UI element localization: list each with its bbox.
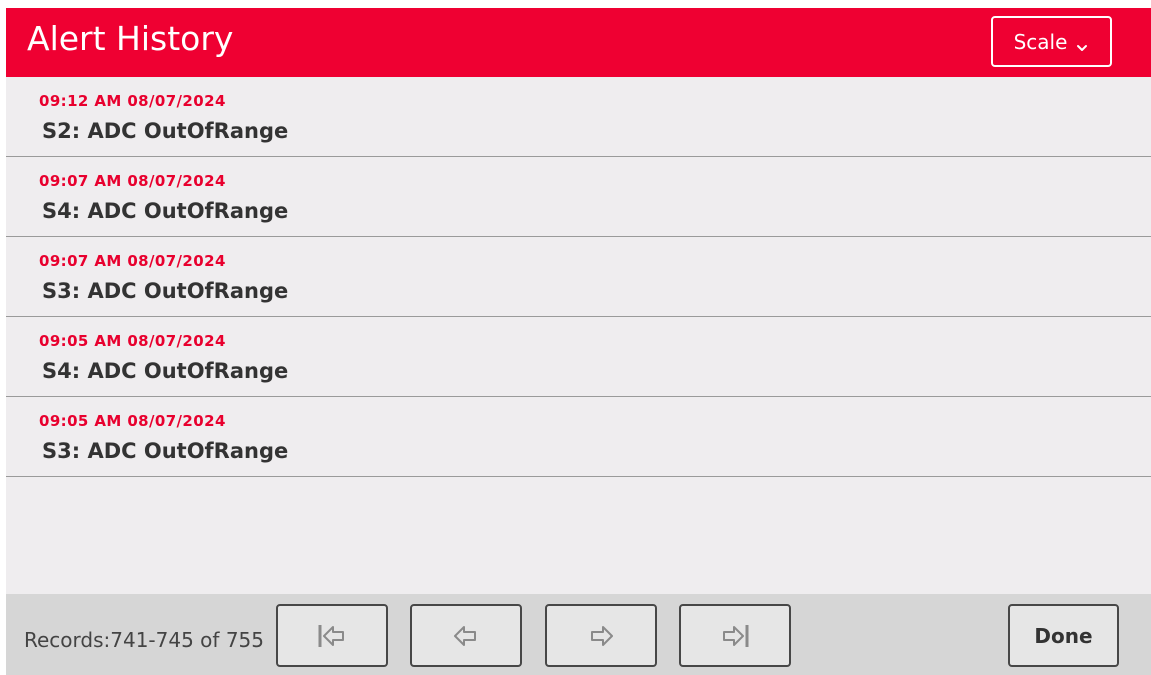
list-item[interactable]: 09:12 AM 08/07/2024 S2: ADC OutOfRange: [6, 77, 1151, 157]
list-item[interactable]: 09:05 AM 08/07/2024 S4: ADC OutOfRange: [6, 317, 1151, 397]
header-bar: Alert History Scale: [6, 8, 1151, 77]
next-page-button[interactable]: [545, 604, 657, 667]
alert-history-screen: Alert History Scale 09:12 AM 08/07/2024 …: [6, 8, 1151, 675]
alert-list: 09:12 AM 08/07/2024 S2: ADC OutOfRange 0…: [6, 77, 1151, 477]
list-item[interactable]: 09:07 AM 08/07/2024 S3: ADC OutOfRange: [6, 237, 1151, 317]
alert-message: S4: ADC OutOfRange: [42, 199, 289, 223]
footer-bar: Records:741-745 of 755 Done: [6, 594, 1151, 675]
done-button[interactable]: Done: [1008, 604, 1119, 667]
alert-message: S3: ADC OutOfRange: [42, 279, 289, 303]
list-item[interactable]: 09:07 AM 08/07/2024 S4: ADC OutOfRange: [6, 157, 1151, 237]
alert-message: S4: ADC OutOfRange: [42, 359, 289, 383]
page-title: Alert History: [27, 19, 234, 58]
records-count: Records:741-745 of 755: [24, 628, 264, 652]
scale-dropdown[interactable]: Scale: [991, 16, 1112, 67]
alert-message: S2: ADC OutOfRange: [42, 119, 289, 143]
next-page-icon: [584, 621, 618, 651]
list-item[interactable]: 09:05 AM 08/07/2024 S3: ADC OutOfRange: [6, 397, 1151, 477]
scale-dropdown-label: Scale: [1013, 29, 1068, 54]
alert-timestamp: 09:07 AM 08/07/2024: [39, 252, 226, 270]
first-page-icon: [315, 621, 349, 651]
alert-timestamp: 09:05 AM 08/07/2024: [39, 332, 226, 350]
last-page-icon: [718, 621, 752, 651]
alert-message: S3: ADC OutOfRange: [42, 439, 289, 463]
previous-page-button[interactable]: [410, 604, 522, 667]
alert-timestamp: 09:12 AM 08/07/2024: [39, 92, 226, 110]
previous-page-icon: [449, 621, 483, 651]
alert-timestamp: 09:07 AM 08/07/2024: [39, 172, 226, 190]
first-page-button[interactable]: [276, 604, 388, 667]
alert-timestamp: 09:05 AM 08/07/2024: [39, 412, 226, 430]
chevron-down-icon: [1075, 38, 1089, 51]
last-page-button[interactable]: [679, 604, 791, 667]
